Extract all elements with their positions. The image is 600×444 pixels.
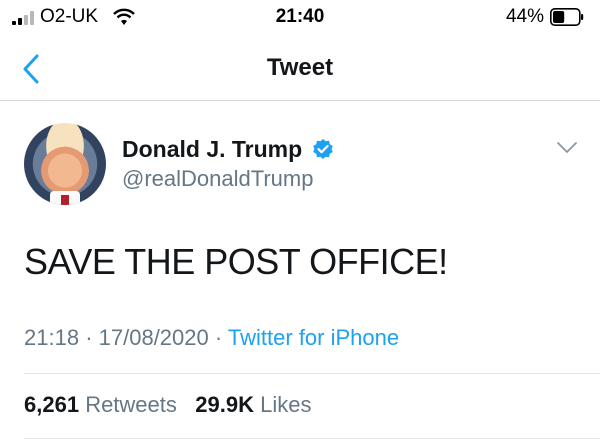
likes-stat[interactable]: 29.9K Likes — [195, 392, 311, 417]
battery-percentage: 44% — [505, 6, 544, 27]
retweets-count: 6,261 — [24, 392, 80, 417]
likes-count: 29.9K — [195, 392, 254, 417]
chevron-down-icon[interactable] — [556, 140, 578, 156]
retweets-label: Retweets — [85, 392, 177, 417]
author-name[interactable]: Donald J. Trump — [122, 136, 302, 163]
tweet-date: 17/08/2020 — [98, 325, 209, 350]
meta-separator: · — [214, 325, 223, 350]
tweet-source-link[interactable]: Twitter for iPhone — [228, 325, 399, 350]
divider — [24, 373, 600, 374]
battery-icon — [550, 8, 584, 26]
tweet-metadata: 21:18 · 17/08/2020 · Twitter for iPhone — [24, 325, 399, 351]
navigation-bar: Tweet — [0, 38, 600, 101]
likes-label: Likes — [260, 392, 312, 417]
divider — [24, 438, 600, 439]
verified-badge-icon — [313, 139, 333, 159]
status-bar: O2-UK 21:40 44% — [0, 0, 600, 38]
page-title: Tweet — [266, 54, 334, 81]
tweet-text: SAVE THE POST OFFICE! — [24, 241, 448, 282]
author-handle[interactable]: @realDonaldTrump — [122, 166, 313, 192]
meta-separator: · — [85, 325, 93, 350]
tweet-stats: 6,261 Retweets 29.9K Likes — [24, 392, 311, 418]
avatar[interactable] — [24, 123, 106, 205]
retweets-stat[interactable]: 6,261 Retweets — [24, 392, 183, 417]
tweet-time: 21:18 — [24, 325, 80, 350]
